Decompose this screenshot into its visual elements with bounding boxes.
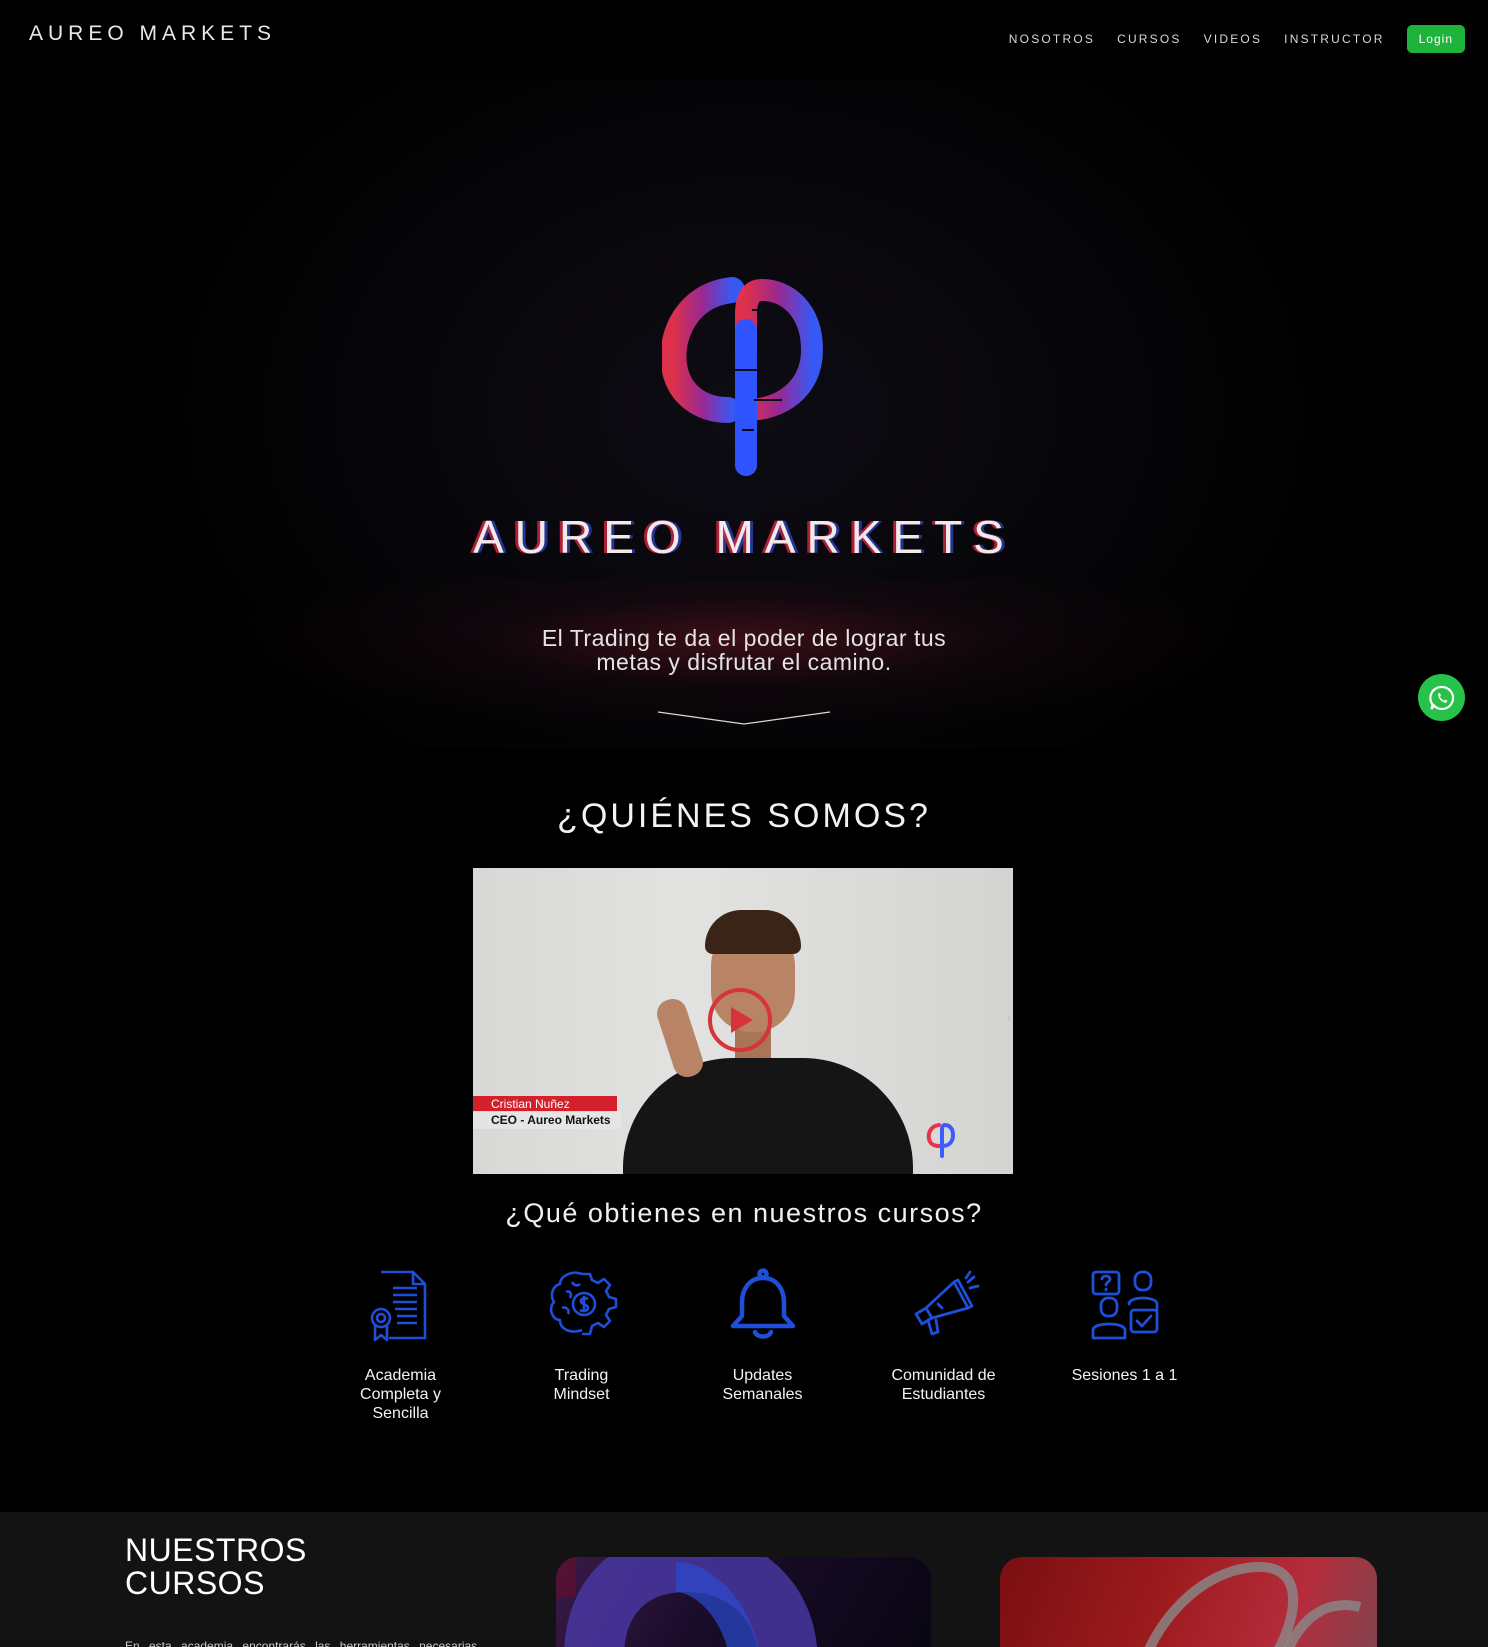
login-button[interactable]: Login [1406, 25, 1465, 53]
course-card[interactable] [1000, 1557, 1377, 1647]
who-section-title: ¿QUIÉNES SOMOS? [557, 797, 931, 835]
nav-item-videos[interactable]: VIDEOS [1204, 32, 1263, 46]
benefit-label: Academia Completa y Sencilla [360, 1367, 441, 1422]
top-navbar: AUREO MARKETS NOSOTROS CURSOS VIDEOS INS… [0, 0, 1488, 80]
course-card-artwork [1144, 1561, 1362, 1647]
hero-tagline: El Trading te da el poder de lograr tus … [0, 626, 1488, 674]
course-card-artwork [556, 1557, 817, 1647]
whatsapp-button[interactable] [1418, 674, 1465, 721]
benefits-title: ¿Qué obtienes en nuestros cursos? [505, 1198, 983, 1228]
phi-logo-icon [662, 277, 824, 476]
courses-section: NUESTROS CURSOS En esta academia encontr… [0, 1512, 1488, 1647]
nav-menu: NOSOTROS CURSOS VIDEOS INSTRUCTOR Login [1009, 25, 1465, 53]
courses-title: NUESTROS CURSOS [125, 1534, 307, 1600]
bell-icon [730, 1268, 795, 1339]
scroll-down-chevron-icon[interactable] [657, 708, 831, 728]
nav-item-nosotros[interactable]: NOSOTROS [1009, 32, 1095, 46]
video-play-button[interactable] [708, 988, 772, 1052]
video-role-caption: CEO - Aureo Markets [473, 1111, 621, 1129]
benefit-label: Updates Semanales [722, 1367, 803, 1403]
courses-title-line1: NUESTROS [125, 1532, 307, 1568]
benefit-item: Updates Semanales [672, 1268, 853, 1423]
brain-gear-icon [549, 1271, 617, 1336]
hero-brand-title: AUREO MARKETS [473, 511, 1015, 563]
courses-title-line2: CURSOS [125, 1565, 265, 1601]
benefit-item: Academia Completa y Sencilla [310, 1268, 491, 1423]
benefit-item: Sesiones 1 a 1 [1034, 1268, 1215, 1423]
benefit-label: Sesiones 1 a 1 [1071, 1367, 1178, 1384]
intro-video[interactable]: Cristian Nuñez CEO - Aureo Markets › [473, 868, 1013, 1174]
play-icon [731, 1007, 753, 1033]
megaphone-icon [914, 1270, 979, 1336]
video-next-arrow-icon[interactable]: › [1007, 1011, 1011, 1025]
benefit-item: Trading Mindset [491, 1268, 672, 1423]
brand-logo-text[interactable]: AUREO MARKETS [29, 22, 276, 46]
courses-description: En esta academia encontrarás las herrami… [125, 1639, 478, 1647]
video-person-hair [705, 910, 801, 954]
benefit-label: Trading Mindset [553, 1367, 610, 1403]
benefit-label: Comunidad de Estudiantes [891, 1367, 996, 1403]
mentoring-icon [1091, 1270, 1158, 1340]
hero-tagline-line2: metas y disfrutar el camino. [596, 649, 892, 675]
hero-banner: AUREO MARKETS El Trading te da el poder … [0, 80, 1488, 748]
nav-item-cursos[interactable]: CURSOS [1117, 32, 1182, 46]
whatsapp-icon [1428, 685, 1454, 710]
video-watermark-logo-icon [926, 1122, 956, 1158]
hero-tagline-line1: El Trading te da el poder de lograr tus [541, 625, 947, 651]
course-card[interactable] [556, 1557, 931, 1647]
benefit-item: Comunidad de Estudiantes [853, 1268, 1034, 1423]
nav-item-instructor[interactable]: INSTRUCTOR [1284, 32, 1384, 46]
video-name-caption: Cristian Nuñez [473, 1096, 617, 1112]
certificate-icon [370, 1270, 426, 1342]
benefits-list: Academia Completa y Sencilla Trading Min… [310, 1268, 1215, 1423]
